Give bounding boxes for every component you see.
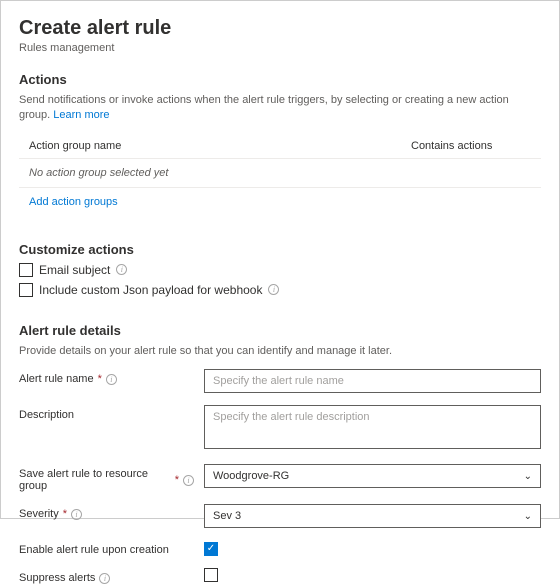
info-icon[interactable] xyxy=(116,264,127,275)
alert-rule-details-section: Alert rule details Provide details on yo… xyxy=(19,323,541,585)
chevron-down-icon: ⌄ xyxy=(524,511,532,522)
actions-heading: Actions xyxy=(19,72,541,87)
resource-group-select[interactable]: Woodgrove-RG ⌄ xyxy=(204,464,541,488)
customize-actions-section: Customize actions Email subject Include … xyxy=(19,242,541,297)
enable-upon-creation-checkbox[interactable] xyxy=(204,542,218,556)
chevron-down-icon: ⌄ xyxy=(524,471,532,482)
resource-group-label: Save alert rule to resource group * xyxy=(19,464,194,492)
description-input[interactable] xyxy=(204,405,541,449)
json-payload-label: Include custom Json payload for webhook xyxy=(39,283,262,297)
email-subject-checkbox[interactable] xyxy=(19,263,33,277)
suppress-alerts-checkbox[interactable] xyxy=(204,568,218,582)
col-action-group-name: Action group name xyxy=(29,140,411,152)
details-description: Provide details on your alert rule so th… xyxy=(19,344,541,359)
add-action-groups-link[interactable]: Add action groups xyxy=(19,188,128,216)
info-icon[interactable] xyxy=(106,374,117,385)
action-group-empty-row: No action group selected yet xyxy=(19,158,541,188)
actions-section: Actions Send notifications or invoke act… xyxy=(19,72,541,216)
page-subtitle: Rules management xyxy=(19,42,541,54)
enable-upon-creation-label: Enable alert rule upon creation xyxy=(19,540,194,556)
email-subject-label: Email subject xyxy=(39,263,110,277)
info-icon[interactable] xyxy=(99,573,110,584)
alert-rule-name-input[interactable] xyxy=(204,369,541,393)
severity-label: Severity * xyxy=(19,504,194,520)
info-icon[interactable] xyxy=(71,509,82,520)
info-icon[interactable] xyxy=(183,475,194,486)
info-icon[interactable] xyxy=(268,284,279,295)
customize-heading: Customize actions xyxy=(19,242,541,257)
suppress-alerts-label: Suppress alerts xyxy=(19,568,194,584)
action-group-table-header: Action group name Contains actions xyxy=(19,134,541,158)
severity-select[interactable]: Sev 3 ⌄ xyxy=(204,504,541,528)
actions-description: Send notifications or invoke actions whe… xyxy=(19,93,541,124)
col-contains-actions: Contains actions xyxy=(411,140,531,152)
learn-more-link[interactable]: Learn more xyxy=(53,109,109,121)
details-heading: Alert rule details xyxy=(19,323,541,338)
alert-rule-name-label: Alert rule name * xyxy=(19,369,194,385)
json-payload-checkbox[interactable] xyxy=(19,283,33,297)
description-label: Description xyxy=(19,405,194,421)
page-title: Create alert rule xyxy=(19,17,541,40)
